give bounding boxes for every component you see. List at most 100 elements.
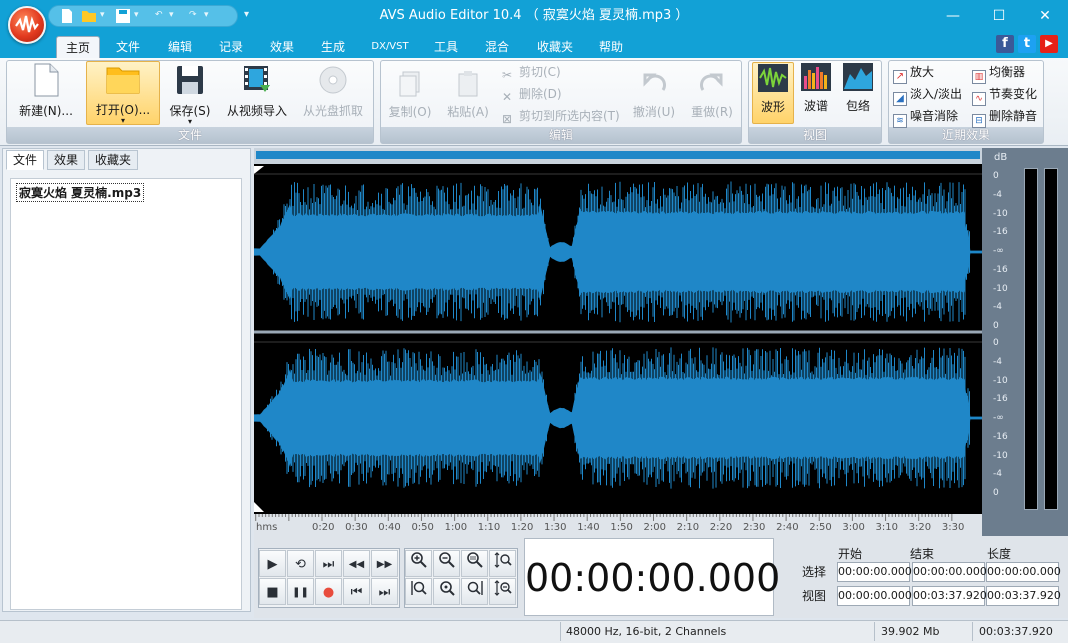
cut-button[interactable]: ✂ 剪切(C) (502, 62, 561, 82)
spectrum-view-button[interactable]: 波谱 (796, 62, 836, 124)
delete-button[interactable]: ✕ 删除(D) (502, 84, 562, 104)
tab-dx-vst[interactable]: DX/VST (362, 36, 418, 58)
view-length-field[interactable]: 00:03:37.920 (986, 586, 1061, 606)
chevron-down-icon[interactable]: ▾ (134, 10, 139, 20)
waveform-view-button[interactable]: 波形 (752, 62, 794, 124)
open-button[interactable]: 打开(O)... ▾ (86, 61, 160, 125)
stop-button[interactable]: ■ (259, 578, 286, 605)
tab-file[interactable]: 文件 (106, 36, 150, 58)
zoom-selection-icon (410, 581, 427, 595)
facebook-icon[interactable]: f (996, 35, 1014, 53)
new-file-icon[interactable] (59, 8, 75, 24)
pause-button[interactable]: ❚❚ (287, 578, 314, 605)
timeline-tick-label: 1:40 (577, 522, 600, 533)
chevron-down-icon[interactable]: ▾ (204, 10, 209, 20)
tab-edit[interactable]: 编辑 (158, 36, 202, 58)
undo-button[interactable]: 撤消(U) (628, 70, 680, 124)
tab-home[interactable]: 主页 (56, 36, 100, 58)
twitter-icon[interactable]: t (1018, 35, 1036, 53)
tab-record[interactable]: 记录 (209, 36, 253, 58)
youtube-icon[interactable]: ▶ (1040, 35, 1058, 53)
close-button[interactable]: ✕ (1022, 0, 1068, 32)
chevron-down-icon[interactable]: ▾ (169, 10, 174, 20)
tempo-change-button[interactable]: ∿ 节奏变化 (972, 84, 1037, 106)
maximize-button[interactable]: ☐ (976, 0, 1022, 32)
redo-button[interactable]: 重做(R) (686, 70, 738, 124)
start-header: 开始 (838, 547, 863, 561)
zoom-in-vertical-button[interactable] (489, 550, 516, 577)
cut-label: 剪切(C) (519, 65, 561, 79)
file-list-item[interactable]: 寂寞火焰 夏灵楠.mp3 (16, 183, 145, 202)
fade-button[interactable]: ◢ 淡入/淡出 (893, 84, 962, 106)
selection-row-label: 选择 (802, 565, 827, 579)
zoom-fit-button[interactable] (433, 578, 460, 605)
selection-start-field[interactable]: 00:00:00.000 (837, 562, 912, 582)
copy-button[interactable]: 复制(O) (384, 70, 436, 124)
zoom-100-button[interactable] (461, 550, 488, 577)
selection-end-field[interactable]: 00:00:00.000 (912, 562, 987, 582)
undo-icon[interactable]: ↶ (155, 10, 163, 20)
view-row-label: 视图 (802, 589, 827, 603)
customize-qat-icon[interactable]: ▾ (244, 9, 249, 20)
tab-generate[interactable]: 生成 (311, 36, 355, 58)
tab-files[interactable]: 文件 (6, 150, 45, 170)
zoom-vertical-in-icon (494, 552, 512, 568)
level-meter-right (1044, 168, 1058, 510)
chevron-down-icon[interactable]: ▾ (100, 10, 105, 20)
play-button[interactable]: ▶ (259, 550, 286, 577)
redo-icon[interactable]: ↷ (189, 10, 197, 20)
audio-format-status: 48000 Hz, 16-bit, 2 Channels (566, 625, 727, 638)
go-to-start-button[interactable]: ⏮ (343, 578, 370, 605)
zoom-to-view-button[interactable] (461, 578, 488, 605)
zoom-vertical-out-icon (494, 580, 512, 596)
file-list[interactable] (10, 178, 242, 610)
zoom-view-icon (467, 581, 483, 595)
import-from-video-button[interactable]: 从视频导入 (222, 63, 292, 123)
timeline-tick-label: 3:10 (875, 522, 899, 533)
noise-removal-button[interactable]: ≋ 噪音消除 (893, 106, 958, 128)
waveform-logo-icon (15, 15, 39, 33)
envelope-view-button[interactable]: 包络 (838, 62, 878, 124)
tab-favorites[interactable]: 收藏夹 (528, 36, 582, 58)
timeline-tick-label: 1:50 (610, 522, 633, 533)
import-from-video-label: 从视频导入 (226, 104, 287, 118)
view-end-field[interactable]: 00:03:37.920 (912, 586, 987, 606)
go-to-end-button[interactable]: ⏭ (371, 578, 398, 605)
cut-to-selection-button[interactable]: ⊠ 剪切到所选内容(T) (502, 106, 620, 126)
open-folder-icon[interactable] (81, 8, 97, 24)
new-button[interactable]: 新建(N)... (10, 63, 82, 123)
tab-effects[interactable]: 效果 (260, 36, 304, 58)
loop-play-button[interactable]: ⟲ (287, 550, 314, 577)
view-start-field[interactable]: 00:00:00.000 (837, 586, 912, 606)
timeline-tick-label: 0:40 (378, 522, 401, 533)
delete-silence-button[interactable]: ⊟ 删除静音 (972, 106, 1037, 128)
tab-tools[interactable]: 工具 (424, 36, 468, 58)
zoom-out-vertical-button[interactable] (489, 578, 516, 605)
paste-button[interactable]: 粘贴(A) (442, 70, 494, 124)
play-to-end-button[interactable]: ⏭ (315, 550, 342, 577)
equalizer-button[interactable]: ▥ 均衡器 (972, 62, 1025, 84)
tab-favorites-panel[interactable]: 收藏夹 (88, 150, 139, 170)
fast-forward-button[interactable]: ▶▶ (371, 550, 398, 577)
tab-help[interactable]: 帮助 (589, 36, 633, 58)
overview-bar[interactable] (256, 151, 980, 159)
redo-arrow-icon (700, 73, 723, 91)
record-button[interactable]: ● (315, 578, 342, 605)
selection-length-field[interactable]: 00:00:00.000 (986, 562, 1061, 582)
save-icon[interactable] (115, 8, 131, 24)
rip-cd-button[interactable]: 从光盘抓取 (298, 63, 368, 123)
waveform-canvas[interactable] (254, 164, 982, 514)
db-scale-label: -10 (993, 284, 1008, 294)
amplify-button[interactable]: ↗ 放大 (893, 62, 934, 84)
zoom-in-horizontal-button[interactable] (405, 550, 432, 577)
minimize-button[interactable]: — (930, 0, 976, 32)
waveform-peaks-right (267, 347, 970, 489)
zoom-to-selection-button[interactable] (405, 578, 432, 605)
save-button[interactable]: 保存(S) ▾ (164, 63, 216, 126)
tab-effects-panel[interactable]: 效果 (47, 150, 86, 170)
rewind-button[interactable]: ◀◀ (343, 550, 370, 577)
tab-mix[interactable]: 混合 (475, 36, 519, 58)
rip-cd-label: 从光盘抓取 (302, 104, 363, 118)
app-logo[interactable] (8, 6, 46, 44)
zoom-out-horizontal-button[interactable] (433, 550, 460, 577)
